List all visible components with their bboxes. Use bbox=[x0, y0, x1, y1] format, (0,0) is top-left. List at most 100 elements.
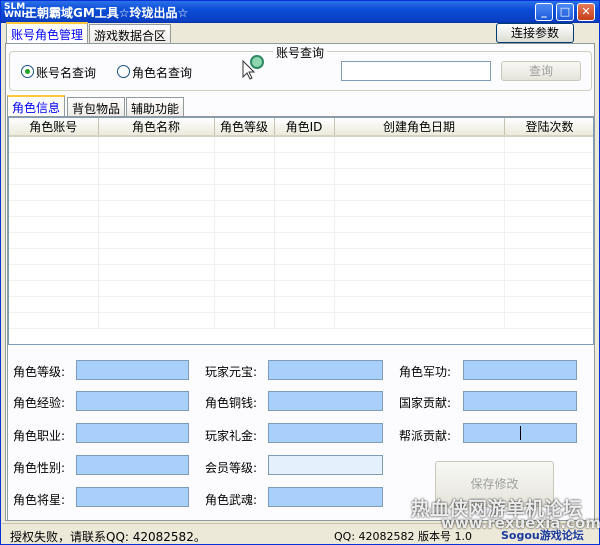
table-cell bbox=[214, 200, 275, 217]
field-copper[interactable] bbox=[268, 391, 383, 411]
table-cell bbox=[334, 296, 505, 313]
table-cell bbox=[9, 264, 99, 281]
table-cell bbox=[9, 168, 99, 185]
radio-account-name[interactable] bbox=[21, 65, 34, 78]
table-row[interactable] bbox=[9, 152, 593, 169]
field-role-star[interactable] bbox=[76, 487, 189, 507]
tab-account-role[interactable]: 账号角色管理 bbox=[6, 22, 89, 44]
app-icon: SLM WNH bbox=[4, 2, 29, 20]
table-row[interactable] bbox=[9, 280, 593, 297]
table-row[interactable] bbox=[9, 264, 593, 281]
field-gift-money[interactable] bbox=[268, 423, 383, 443]
radio-account-name-label[interactable]: 账号名查询 bbox=[36, 64, 96, 81]
connect-params-button[interactable]: 连接参数 bbox=[496, 23, 574, 43]
field-vip-level[interactable] bbox=[268, 455, 383, 475]
table-cell bbox=[334, 232, 505, 249]
maximize-button[interactable]: □ bbox=[556, 3, 574, 21]
table-cell bbox=[214, 264, 275, 281]
window-title: 王朝霸域GM工具☆玲珑出品☆ bbox=[25, 6, 189, 20]
table-cell bbox=[504, 232, 593, 249]
minimize-button[interactable]: _ bbox=[535, 3, 553, 21]
table-cell bbox=[214, 232, 275, 249]
table-row[interactable] bbox=[9, 200, 593, 217]
table-cell bbox=[274, 280, 335, 297]
column-header-account[interactable]: 角色账号 bbox=[9, 118, 99, 137]
radio-role-name-label[interactable]: 角色名查询 bbox=[132, 64, 192, 81]
table-cell bbox=[504, 312, 593, 329]
label-military-merit: 角色军功: bbox=[399, 365, 452, 379]
field-martial-soul[interactable] bbox=[268, 487, 383, 507]
tab-auxiliary[interactable]: 辅助功能 bbox=[126, 97, 185, 117]
table-cell bbox=[98, 248, 215, 265]
table-cell bbox=[334, 216, 505, 233]
search-input[interactable] bbox=[341, 61, 491, 81]
table-cell bbox=[98, 232, 215, 249]
table-cell bbox=[274, 184, 335, 201]
table-row[interactable] bbox=[9, 136, 593, 153]
table-cell bbox=[334, 136, 505, 153]
field-role-gender[interactable] bbox=[76, 455, 189, 475]
field-role-exp[interactable] bbox=[76, 391, 189, 411]
table-cell bbox=[98, 264, 215, 281]
table-cell bbox=[9, 232, 99, 249]
table-cell bbox=[214, 280, 275, 297]
table-cell bbox=[334, 200, 505, 217]
table-row[interactable] bbox=[9, 296, 593, 313]
field-yuanbao[interactable] bbox=[268, 360, 383, 380]
table-cell bbox=[9, 216, 99, 233]
label-nation-contrib: 国家贡献: bbox=[399, 396, 452, 410]
close-button[interactable]: ✕ bbox=[577, 3, 595, 21]
search-button[interactable]: 查询 bbox=[501, 61, 581, 81]
table-cell bbox=[214, 216, 275, 233]
table-cell bbox=[98, 200, 215, 217]
watermark-sogou: Sogou游戏论坛 bbox=[501, 529, 584, 542]
table-cell bbox=[214, 136, 275, 153]
tab-role-info[interactable]: 角色信息 bbox=[7, 95, 66, 117]
table-row[interactable] bbox=[9, 184, 593, 201]
table-cell bbox=[504, 280, 593, 297]
table-row[interactable] bbox=[9, 216, 593, 233]
table-cell bbox=[214, 312, 275, 329]
table-cell bbox=[98, 136, 215, 153]
table-cell bbox=[98, 280, 215, 297]
table-row[interactable] bbox=[9, 168, 593, 185]
status-auth-message: 授权失败，请联系QQ: 42082582。 bbox=[10, 530, 206, 544]
tab-game-data-merge[interactable]: 游戏数据合区 bbox=[89, 24, 172, 44]
column-header-create-date[interactable]: 创建角色日期 bbox=[334, 118, 505, 137]
table-cell bbox=[274, 248, 335, 265]
role-table-container[interactable]: 角色账号 角色名称 角色等级 角色ID 创建角色日期 登陆次数 bbox=[8, 117, 594, 345]
column-header-login-count[interactable]: 登陆次数 bbox=[504, 118, 593, 137]
field-nation-contrib[interactable] bbox=[463, 391, 577, 411]
radio-role-name[interactable] bbox=[117, 65, 130, 78]
table-row[interactable] bbox=[9, 312, 593, 329]
table-cell bbox=[504, 296, 593, 313]
table-cell bbox=[98, 152, 215, 169]
table-cell bbox=[214, 168, 275, 185]
table-cell bbox=[274, 232, 335, 249]
table-cell bbox=[334, 248, 505, 265]
label-yuanbao: 玩家元宝: bbox=[205, 365, 258, 379]
table-cell bbox=[334, 168, 505, 185]
field-role-class[interactable] bbox=[76, 423, 189, 443]
label-role-class: 角色职业: bbox=[13, 429, 66, 443]
label-copper: 角色铜钱: bbox=[205, 396, 258, 410]
column-header-role-name[interactable]: 角色名称 bbox=[98, 118, 215, 137]
field-role-level[interactable] bbox=[76, 360, 189, 380]
table-cell bbox=[214, 152, 275, 169]
table-cell bbox=[504, 168, 593, 185]
tab-backpack-items[interactable]: 背包物品 bbox=[67, 97, 126, 117]
table-cell bbox=[9, 280, 99, 297]
title-bar[interactable]: SLM WNH 王朝霸域GM工具☆玲珑出品☆ _ □ ✕ bbox=[1, 1, 599, 23]
table-row[interactable] bbox=[9, 248, 593, 265]
label-guild-contrib: 帮派贡献: bbox=[399, 429, 452, 443]
column-header-role-id[interactable]: 角色ID bbox=[274, 118, 335, 137]
field-guild-contrib[interactable] bbox=[463, 423, 577, 443]
table-cell bbox=[214, 184, 275, 201]
table-cell bbox=[504, 184, 593, 201]
label-role-exp: 角色经验: bbox=[13, 396, 66, 410]
column-header-role-level[interactable]: 角色等级 bbox=[214, 118, 275, 137]
field-military-merit[interactable] bbox=[463, 360, 577, 380]
table-cell bbox=[274, 200, 335, 217]
table-row[interactable] bbox=[9, 232, 593, 249]
table-cell bbox=[504, 200, 593, 217]
